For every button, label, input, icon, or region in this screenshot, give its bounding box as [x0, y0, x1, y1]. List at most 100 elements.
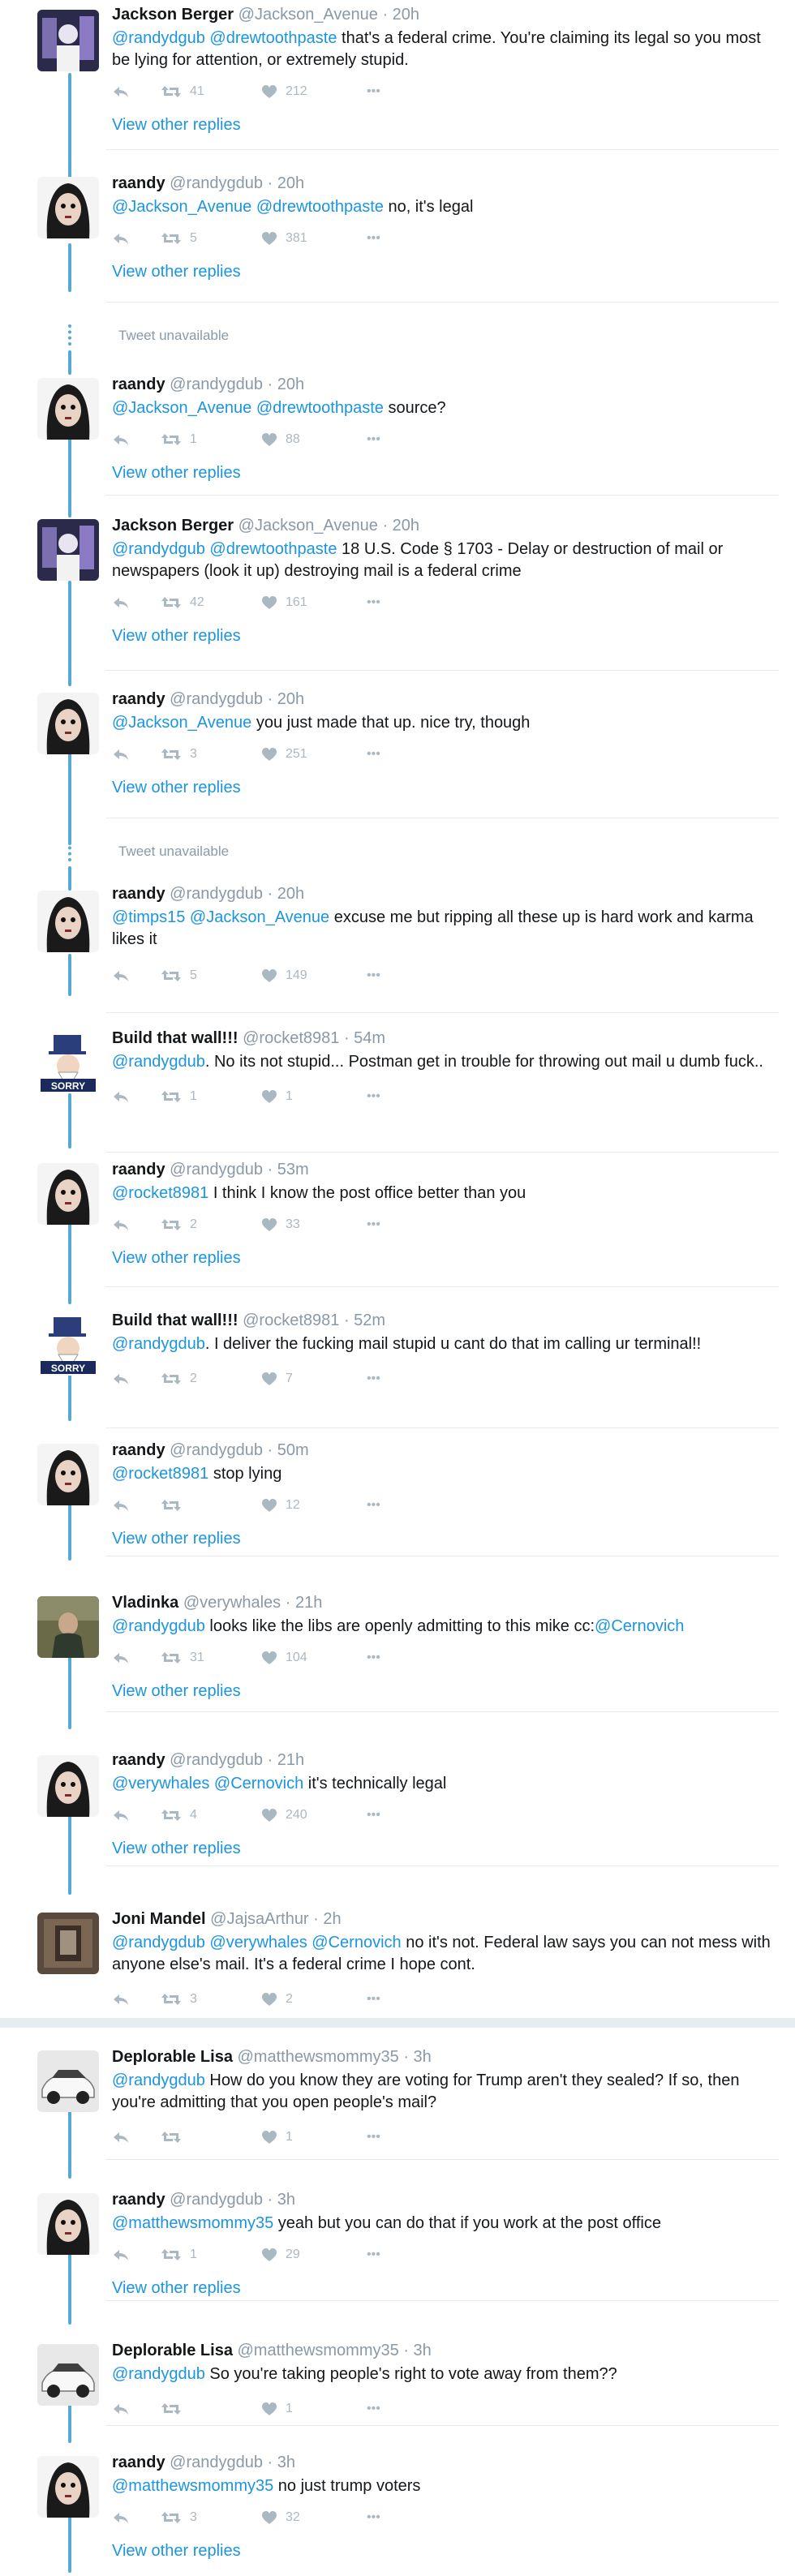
tweet-time[interactable]: · 21h: [286, 1594, 323, 1612]
avatar[interactable]: [37, 519, 99, 581]
author-name[interactable]: Jackson Berger: [112, 517, 234, 535]
view-other-replies-link[interactable]: View other replies: [112, 115, 779, 135]
reply-button[interactable]: [112, 232, 161, 245]
mention-link[interactable]: @timps15: [112, 908, 185, 926]
reply-button[interactable]: [112, 748, 161, 761]
view-other-replies-link[interactable]: View other replies: [112, 626, 779, 646]
more-button[interactable]: •••: [367, 1089, 399, 1104]
mention-link[interactable]: @Jackson_Avenue: [112, 399, 251, 417]
reply-button[interactable]: [112, 1809, 161, 1822]
more-button[interactable]: •••: [367, 1217, 399, 1232]
like-button[interactable]: 149: [261, 968, 367, 983]
more-button[interactable]: •••: [367, 1651, 399, 1665]
like-button[interactable]: 32: [261, 2510, 367, 2525]
mention-link[interactable]: @matthewsmommy35: [112, 2214, 273, 2232]
avatar[interactable]: [37, 2050, 99, 2112]
mention-link[interactable]: @Jackson_Avenue: [112, 198, 251, 216]
more-button[interactable]: •••: [367, 1372, 399, 1386]
author-handle[interactable]: @randygdub: [170, 174, 263, 192]
mention-link[interactable]: @drewtoothpaste: [256, 399, 384, 417]
author-name[interactable]: Build that wall!!!: [112, 1312, 238, 1329]
like-button[interactable]: 240: [261, 1808, 367, 1823]
more-button[interactable]: •••: [367, 2402, 399, 2416]
author-handle[interactable]: @randygdub: [170, 1751, 263, 1769]
mention-link[interactable]: @rocket8981: [112, 1184, 208, 1202]
author-handle[interactable]: @Jackson_Avenue: [238, 6, 378, 24]
view-other-replies-link[interactable]: View other replies: [112, 778, 779, 797]
mention-link[interactable]: @randygdub: [112, 2365, 205, 2383]
avatar[interactable]: [37, 1755, 99, 1817]
author-handle[interactable]: @Jackson_Avenue: [238, 517, 378, 535]
reply-button[interactable]: [112, 2131, 161, 2144]
avatar[interactable]: [37, 177, 99, 238]
author-name[interactable]: raandy: [112, 690, 165, 708]
reply-button[interactable]: [112, 969, 161, 982]
retweet-button[interactable]: 1: [161, 432, 261, 447]
avatar[interactable]: [37, 1913, 99, 1974]
mention-link[interactable]: @verywhales: [209, 1934, 307, 1951]
tweet-time[interactable]: · 3h: [403, 2342, 431, 2359]
reply-button[interactable]: [112, 85, 161, 98]
retweet-button[interactable]: 5: [161, 231, 261, 246]
avatar[interactable]: [37, 693, 99, 754]
reply-button[interactable]: [112, 2402, 161, 2415]
avatar[interactable]: [37, 1444, 99, 1505]
reply-button[interactable]: [112, 2511, 161, 2524]
view-other-replies-link[interactable]: View other replies: [112, 2541, 779, 2561]
mention-link[interactable]: @matthewsmommy35: [112, 2477, 273, 2495]
mention-link[interactable]: @drewtoothpaste: [209, 29, 337, 47]
author-handle[interactable]: @randygdub: [170, 1161, 263, 1179]
more-button[interactable]: •••: [367, 747, 399, 762]
view-other-replies-link[interactable]: View other replies: [112, 2278, 779, 2298]
more-button[interactable]: •••: [367, 1808, 399, 1823]
tweet-time[interactable]: · 53m: [268, 1161, 309, 1179]
retweet-button[interactable]: 31: [161, 1651, 261, 1665]
mention-link[interactable]: @randygdub: [112, 1053, 205, 1071]
avatar[interactable]: [37, 10, 99, 71]
author-name[interactable]: raandy: [112, 1441, 165, 1459]
retweet-button[interactable]: 41: [161, 84, 261, 99]
tweet-time[interactable]: · 54m: [344, 1029, 385, 1047]
avatar[interactable]: SORRY: [37, 1032, 99, 1093]
tweet-time[interactable]: · 21h: [268, 1751, 305, 1769]
author-handle[interactable]: @randygdub: [170, 2454, 263, 2471]
avatar[interactable]: [37, 378, 99, 440]
like-button[interactable]: 7: [261, 1372, 367, 1386]
author-handle[interactable]: @rocket8981: [243, 1029, 339, 1047]
mention-link[interactable]: @Jackson_Avenue: [112, 714, 251, 732]
more-button[interactable]: •••: [367, 2130, 399, 2145]
author-handle[interactable]: @randygdub: [170, 885, 263, 903]
author-name[interactable]: raandy: [112, 376, 165, 393]
reply-button[interactable]: [112, 2248, 161, 2261]
like-button[interactable]: 251: [261, 747, 367, 762]
like-button[interactable]: 12: [261, 1498, 367, 1513]
avatar[interactable]: [37, 891, 99, 952]
retweet-button[interactable]: 5: [161, 968, 261, 983]
reply-button[interactable]: [112, 1372, 161, 1385]
tweet-time[interactable]: · 20h: [268, 174, 305, 192]
author-name[interactable]: raandy: [112, 2191, 165, 2209]
author-name[interactable]: Deplorable Lisa: [112, 2048, 233, 2066]
reply-button[interactable]: [112, 596, 161, 609]
more-button[interactable]: •••: [367, 84, 399, 99]
retweet-button[interactable]: 4: [161, 1808, 261, 1823]
mention-link[interactable]: @Jackson_Avenue: [190, 908, 329, 926]
retweet-button[interactable]: 2: [161, 1372, 261, 1386]
mention-link[interactable]: @drewtoothpaste: [256, 198, 384, 216]
author-handle[interactable]: @randygdub: [170, 1441, 263, 1459]
retweet-button[interactable]: 2: [161, 1217, 261, 1232]
reply-button[interactable]: [112, 1090, 161, 1103]
tweet-time[interactable]: · 20h: [268, 690, 305, 708]
author-handle[interactable]: @randygdub: [170, 2191, 263, 2209]
like-button[interactable]: 1: [261, 1089, 367, 1104]
tweet-time[interactable]: · 3h: [268, 2454, 295, 2471]
like-button[interactable]: 381: [261, 231, 367, 246]
avatar[interactable]: [37, 2193, 99, 2255]
author-name[interactable]: raandy: [112, 2454, 165, 2471]
tweet-time[interactable]: · 3h: [403, 2048, 431, 2066]
mention-link[interactable]: @randygdub: [112, 1934, 205, 1951]
mention-link[interactable]: @randygdub: [112, 1617, 205, 1635]
tweet-time[interactable]: · 52m: [344, 1312, 385, 1329]
view-other-replies-link[interactable]: View other replies: [112, 1529, 779, 1548]
author-name[interactable]: Deplorable Lisa: [112, 2342, 233, 2359]
